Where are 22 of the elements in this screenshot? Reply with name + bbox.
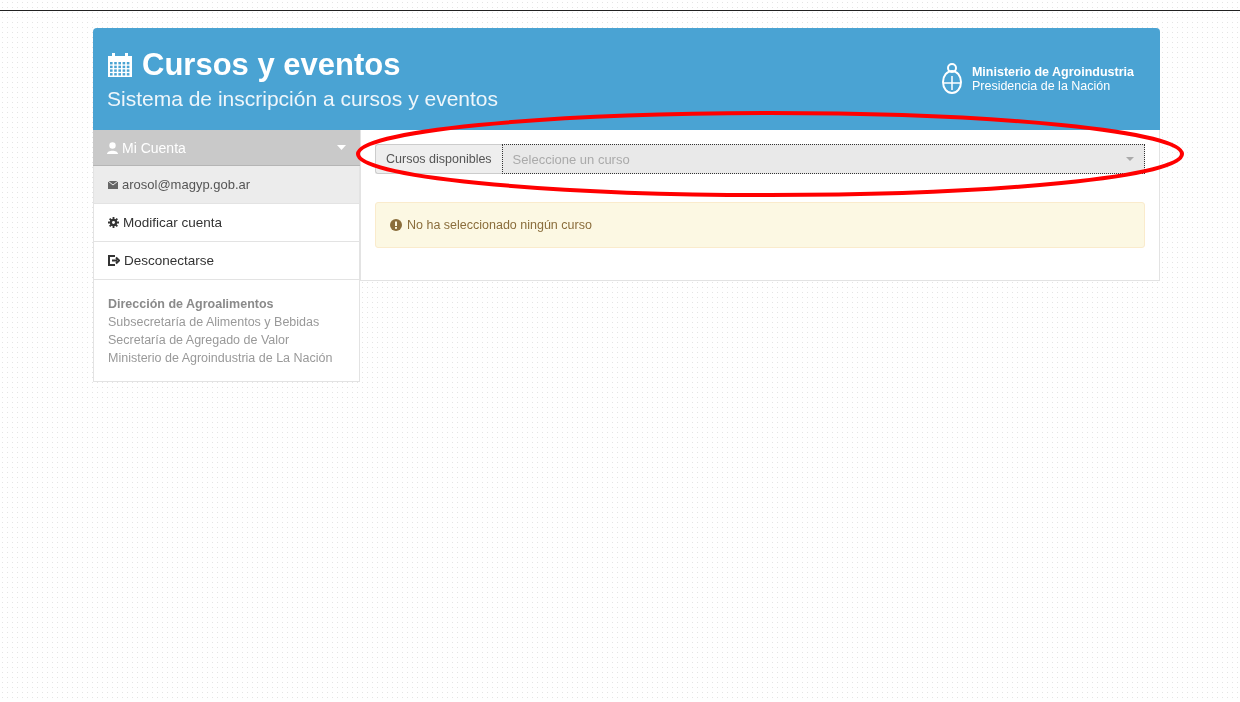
gear-icon [108, 217, 119, 228]
caret-icon [337, 145, 346, 150]
app-subtitle: Sistema de inscripción a cursos y eventos [107, 87, 498, 111]
calendar-icon [107, 52, 133, 78]
organization-line: Subsecretaría de Alimentos y Bebidas [108, 314, 321, 331]
envelope-icon [108, 180, 118, 189]
coat-of-arms-icon [939, 62, 964, 96]
user-icon [107, 141, 118, 154]
logout-icon [108, 255, 120, 266]
menu-item[interactable]: Desconectarse [93, 242, 360, 280]
account-email: arosol@magyp.gob.ar [93, 166, 360, 204]
caret-icon [1126, 157, 1134, 161]
field-label: Cursos disponibles [375, 144, 502, 174]
presidency-name: Presidencia de la Nación [971, 79, 1112, 93]
ministry-name: Ministerio de Agroindustria [971, 65, 1134, 79]
organization-line: Secretaría de Agregado de Valor [108, 332, 291, 349]
department-name: Dirección de Agroalimentos [108, 296, 275, 313]
app-title: Cursos y eventos [142, 47, 401, 83]
menu-item[interactable]: Modificar cuenta [93, 204, 360, 242]
exclamation-icon [390, 219, 402, 231]
alert-text: No ha seleccionado ningún curso [407, 218, 592, 232]
organization-line: Ministerio de Agroindustria de La Nación [108, 350, 334, 367]
